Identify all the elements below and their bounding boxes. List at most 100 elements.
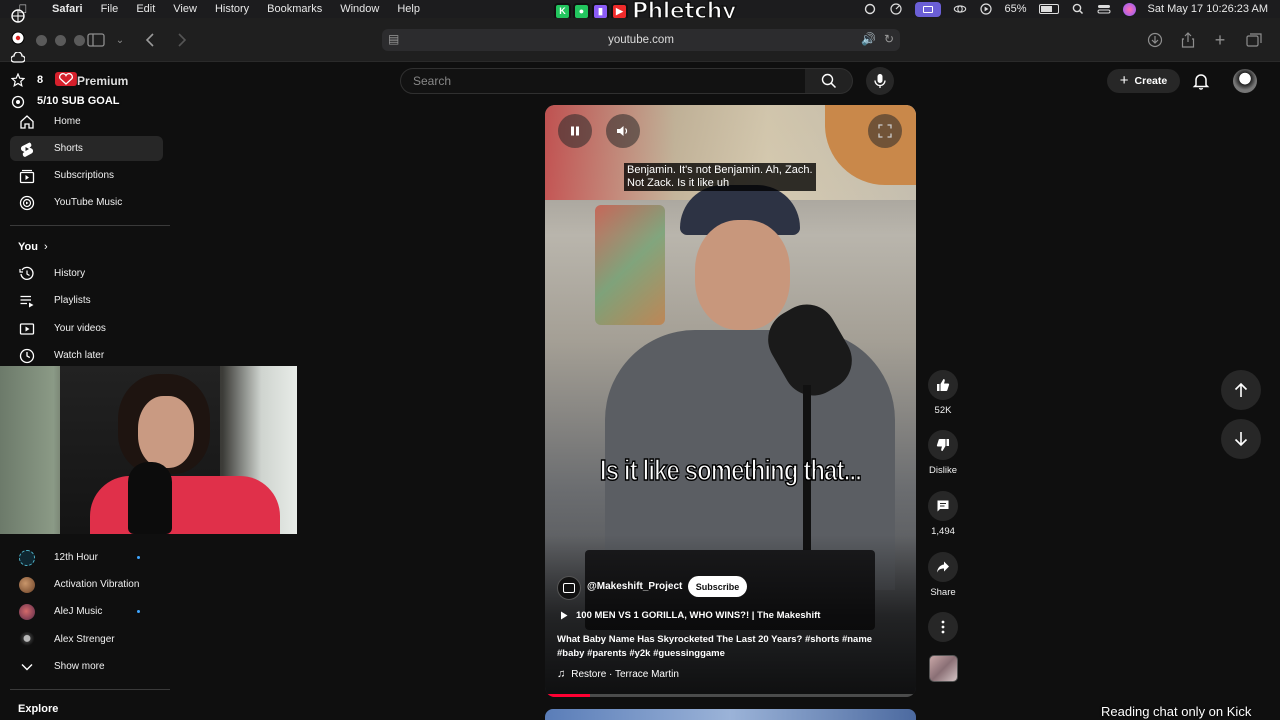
menu-history[interactable]: History [215,3,249,15]
sidebar-toggle-icon[interactable] [86,30,106,50]
status-link-icon[interactable] [953,3,967,15]
volume-button[interactable] [606,114,640,148]
arrow-down-icon [1234,432,1248,447]
sidebar-item-label: Your videos [54,323,106,334]
zoom-window-button[interactable] [74,35,85,46]
sidebar-explore-heading: Explore [18,703,59,715]
menu-app-name[interactable]: Safari [52,3,83,15]
dislike-action[interactable]: Dislike [928,430,958,476]
page-menu-icon[interactable]: ▤ [388,32,399,46]
status-display-icon[interactable] [914,1,941,17]
new-tab-icon[interactable]: + [1210,30,1230,50]
sidebar-channel-alej-music[interactable]: AleJ Music [10,599,163,624]
reload-icon[interactable]: ↻ [884,32,894,46]
close-window-button[interactable] [36,35,47,46]
comment-icon [937,500,949,512]
tab-groups-chevron-icon[interactable]: ⌄ [110,30,130,50]
sidebar-item-youtube-music[interactable]: YouTube Music [10,190,163,215]
short-video-player[interactable]: Benjamin. It's not Benjamin. Ah, Zach. N… [545,105,916,697]
spotlight-search-icon[interactable] [1071,3,1085,15]
menu-view[interactable]: View [173,3,197,15]
menu-edit[interactable]: Edit [136,3,155,15]
pause-button[interactable] [558,114,592,148]
twitch-logo-icon: ▮ [592,2,609,20]
caption-top: Benjamin. It's not Benjamin. Ah, Zach. N… [624,163,816,191]
short-title[interactable]: What Baby Name Has Skyrocketed The Last … [557,633,902,661]
sidebar-item-label: Activation Vibration [54,579,140,590]
status-circle-icon[interactable] [863,3,877,15]
share-action[interactable]: Share [928,552,958,598]
siri-icon[interactable] [1122,2,1136,16]
channel-logo-icon [563,583,575,593]
share-button[interactable] [928,552,958,582]
music-note-icon: ♫ [557,668,566,680]
downloads-icon[interactable] [1145,30,1165,50]
sidebar-item-watch-later[interactable]: Watch later [10,343,163,368]
search-input[interactable]: Search [400,68,806,94]
dislike-button[interactable] [928,430,958,460]
search-button[interactable] [805,68,853,94]
account-avatar[interactable] [1233,69,1257,93]
comments-button[interactable] [928,491,958,521]
back-button[interactable] [140,30,160,50]
forward-button[interactable] [172,30,192,50]
menubar-clock[interactable]: Sat May 17 10:26:23 AM [1148,3,1268,15]
create-button[interactable]: + Create [1107,69,1180,93]
sidebar-item-label: 12th Hour [54,552,98,563]
like-button[interactable] [928,370,958,400]
notifications-button[interactable] [1191,71,1211,91]
next-short-button[interactable] [1221,419,1261,459]
address-bar[interactable]: ▤ youtube.com 🔊 ↻ [382,29,900,51]
window-controls [36,35,85,46]
sidebar-item-shorts[interactable]: Shorts [10,136,163,161]
menu-window[interactable]: Window [340,3,379,15]
address-bar-url[interactable]: youtube.com [608,34,674,46]
sidebar-show-more[interactable]: Show more [10,654,163,679]
battery-icon[interactable] [1038,4,1059,14]
tab-overview-icon[interactable] [1244,30,1264,50]
sidebar-item-playlists[interactable]: Playlists [10,288,163,313]
shorts-icon [19,141,35,157]
voice-search-button[interactable] [866,67,894,95]
previous-short-button[interactable] [1221,370,1261,410]
related-video-link[interactable]: 100 MEN VS 1 GORILLA, WHO WINS?! | The M… [560,610,820,621]
control-center-icon[interactable] [1097,3,1111,15]
menu-help[interactable]: Help [397,3,420,15]
sidebar-item-your-videos[interactable]: Your videos [10,316,163,341]
new-content-dot [137,610,140,613]
music-attribution[interactable]: ♫ Restore · Terrace Martin [557,668,679,680]
next-short-preview[interactable] [545,709,916,720]
channel-avatar [19,549,35,566]
channel-avatar[interactable] [557,576,581,600]
channel-name[interactable]: @Makeshift_Project [587,581,682,592]
sidebar-channel-activation-vibration[interactable]: Activation Vibration [10,572,163,597]
sidebar-item-subscriptions[interactable]: Subscriptions [10,163,163,188]
now-playing-icon[interactable] [979,3,993,15]
channel-avatar-image [19,576,35,593]
subscribe-button[interactable]: Subscribe [688,576,747,597]
video-progress-bar[interactable] [545,694,916,697]
sound-remix-thumbnail[interactable] [929,655,958,682]
menu-file[interactable]: File [101,3,119,15]
sidebar-item-home[interactable]: Home [10,109,163,134]
status-gauge-icon[interactable] [889,3,903,15]
minimize-window-button[interactable] [55,35,66,46]
overlay-follower-count: 8 [37,74,44,86]
sidebar-you-heading[interactable]: You › [18,241,48,253]
audio-playing-icon[interactable]: 🔊 [861,32,876,46]
menu-bookmarks[interactable]: Bookmarks [267,3,322,15]
comments-action[interactable]: 1,494 [928,491,958,537]
sidebar-item-history[interactable]: History [10,261,163,286]
more-options-button[interactable] [928,612,958,642]
history-icon [19,266,35,282]
overlay-heart-badge [55,72,77,86]
sidebar-channel-12th-hour[interactable]: 12th Hour [10,545,163,570]
dislike-label: Dislike [929,465,957,476]
sidebar-channel-alex-strenger[interactable]: Alex Strenger [10,627,163,652]
create-label: Create [1134,75,1168,87]
more-actions[interactable] [928,612,958,642]
share-icon[interactable] [1178,30,1198,50]
related-video-title: 100 MEN VS 1 GORILLA, WHO WINS?! | The M… [576,610,821,621]
like-action[interactable]: 52K [928,370,958,416]
fullscreen-button[interactable] [868,114,902,148]
